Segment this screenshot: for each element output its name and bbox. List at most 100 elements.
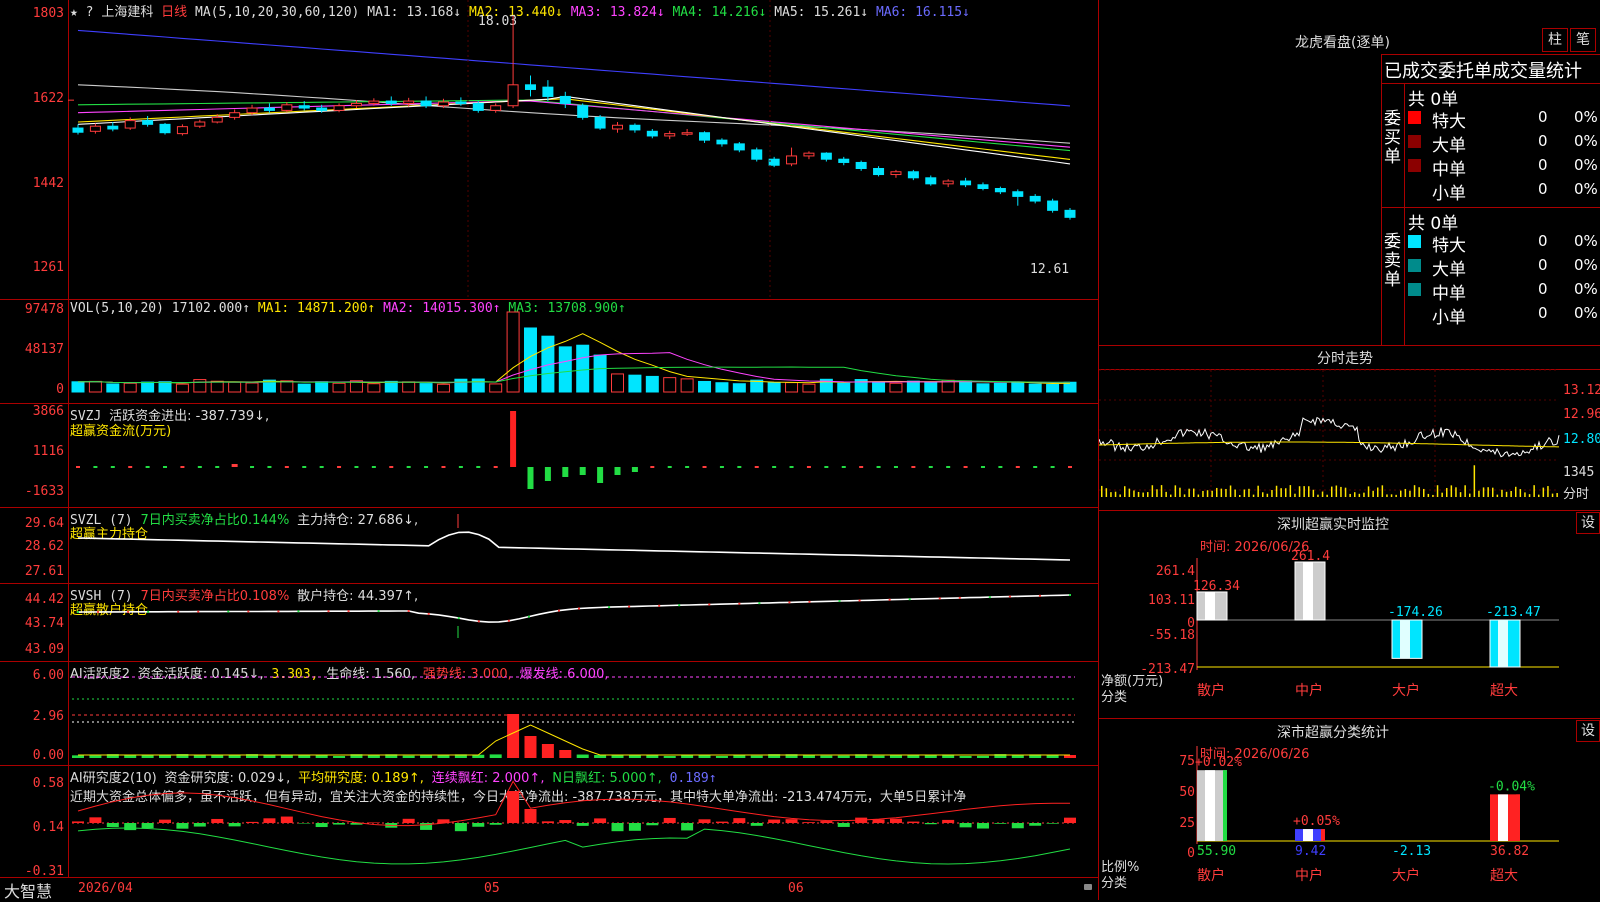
candle bbox=[317, 108, 327, 110]
candle bbox=[230, 113, 240, 118]
ai-research-panel[interactable]: 0.58 0.14 -0.31 AI研究度2(10) 资金研究度: 0.029↓… bbox=[0, 766, 1098, 878]
sm-stats-section[interactable]: 深市超赢分类统计 设 时间: 2026/06/26 75 50 25 0 比例%… bbox=[1099, 718, 1600, 900]
svsh-dot bbox=[1069, 594, 1071, 596]
activity-bar bbox=[716, 756, 728, 758]
bar-mode-button[interactable]: 柱 bbox=[1542, 28, 1568, 52]
candle bbox=[961, 181, 971, 185]
research-bar bbox=[507, 791, 519, 823]
sz-value-label: -174.26 bbox=[1388, 605, 1443, 620]
sz-bar-chart[interactable]: 126.34散户261.4中户-174.26大户-213.47超大 bbox=[1099, 510, 1600, 718]
order-stat-row: 中单00% bbox=[1408, 155, 1598, 177]
svsh-dot bbox=[808, 601, 810, 603]
svsh-panel[interactable]: 44.42 43.74 43.09 SVSH (7) 7日内买卖净占比0.108… bbox=[0, 584, 1098, 662]
tick-mode-button[interactable]: 笔 bbox=[1570, 28, 1596, 52]
flow-bar bbox=[562, 467, 568, 477]
intraday-vol-bar bbox=[1464, 485, 1466, 497]
research-bar bbox=[820, 821, 832, 823]
lhb-section: 龙虎看盘(逐单) 柱 笔 已成交委托单成交量统计 委买单 委卖单 共 0单 共 … bbox=[1099, 0, 1600, 346]
intraday-vol-bar bbox=[1409, 491, 1411, 497]
intraday-price-line bbox=[1099, 418, 1559, 457]
intraday-vol-bar bbox=[1276, 486, 1278, 497]
sm-value-label: 36.82 bbox=[1490, 844, 1529, 859]
volume-bar bbox=[873, 382, 885, 392]
research-bar bbox=[681, 823, 693, 830]
sz-category-label: 超大 bbox=[1490, 683, 1518, 699]
brand-logo: 大智慧 bbox=[4, 878, 52, 902]
activity-bar bbox=[211, 755, 223, 758]
svsh-dot bbox=[839, 600, 841, 602]
flow-bar bbox=[964, 466, 968, 468]
intraday-vol-bar bbox=[1363, 493, 1365, 497]
research-bar bbox=[838, 823, 850, 827]
activity-bar bbox=[873, 756, 885, 758]
sm-bar-edge bbox=[1516, 794, 1520, 841]
svsh-dot bbox=[1009, 596, 1011, 598]
sm-change-label: -0.04% bbox=[1488, 779, 1535, 794]
lock-icon[interactable] bbox=[1084, 884, 1092, 890]
research-bar bbox=[281, 817, 293, 823]
intraday-vol-bar bbox=[1216, 488, 1218, 497]
main-chart-area[interactable]: 1803 1622 1442 1261 ★ ? 上海建科 日线 MA(5,10,… bbox=[0, 0, 1098, 900]
candle bbox=[560, 96, 570, 103]
intraday-vol-bar bbox=[1101, 486, 1103, 497]
research-bar bbox=[873, 820, 885, 823]
intraday-vol-bar bbox=[1460, 492, 1462, 497]
activity-bar bbox=[437, 755, 449, 758]
intraday-section[interactable]: 分时走势 13.12 12.96 12.80 1345 分时 bbox=[1099, 345, 1600, 511]
research-red-line bbox=[78, 781, 1070, 825]
flow-bar bbox=[998, 466, 1002, 468]
flow-bar bbox=[424, 466, 428, 468]
flow-bar bbox=[981, 466, 985, 468]
activity-bar bbox=[733, 755, 745, 758]
ai-active-panel[interactable]: 6.00 2.96 0.00 AI活跃度2 资金活跃度: 0.145↓, 3.3… bbox=[0, 662, 1098, 766]
candle bbox=[386, 101, 396, 103]
ai-research-chart[interactable] bbox=[0, 766, 1098, 878]
sm-bar-chart[interactable]: +0.02%55.90散户+0.05%9.42中户-2.13大户-0.04%36… bbox=[1099, 718, 1600, 900]
order-pct: 0% bbox=[1574, 256, 1598, 274]
intraday-vol-bar bbox=[1244, 489, 1246, 497]
price-panel[interactable]: 1803 1622 1442 1261 ★ ? 上海建科 日线 MA(5,10,… bbox=[0, 0, 1098, 300]
svzj-panel[interactable]: 3866 1116 -1633 SVZJ 活跃资金进出: -387.739↓, … bbox=[0, 404, 1098, 508]
volume-bar bbox=[960, 381, 972, 392]
svzl-panel[interactable]: 29.64 28.62 27.61 SVZL (7) 7日内买卖净占比0.144… bbox=[0, 508, 1098, 584]
intraday-vol-bar bbox=[1271, 490, 1273, 497]
svsh-dot bbox=[959, 597, 961, 599]
activity-bar bbox=[124, 755, 136, 758]
order-type-label: 大单 bbox=[1432, 131, 1466, 156]
activity-bar bbox=[333, 756, 345, 758]
svzl-chart[interactable] bbox=[0, 508, 1098, 584]
activity-bar bbox=[681, 755, 693, 758]
sz-monitor-section[interactable]: 深圳超赢实时监控 设 时间: 2026/06/26 261.4 103.11 0… bbox=[1099, 510, 1600, 719]
intraday-vol-bar bbox=[1437, 485, 1439, 497]
candlestick-chart[interactable] bbox=[0, 0, 1098, 300]
intraday-vol-bar bbox=[1543, 488, 1545, 497]
volume-chart[interactable] bbox=[0, 300, 1098, 404]
volume-bar bbox=[142, 382, 154, 392]
research-bar bbox=[72, 821, 84, 823]
intraday-vol-bar bbox=[1386, 494, 1388, 497]
flow-bar bbox=[146, 466, 150, 468]
svzj-chart[interactable] bbox=[0, 404, 1098, 508]
volume-bar bbox=[907, 381, 919, 392]
flow-bar bbox=[650, 466, 654, 468]
vol-ma3-line bbox=[78, 367, 1070, 383]
order-type-label: 特大 bbox=[1432, 231, 1466, 256]
sz-bar-highlight bbox=[1498, 620, 1508, 667]
order-pct: 0% bbox=[1574, 180, 1598, 198]
intraday-vol-bar bbox=[1156, 489, 1158, 497]
volume-panel[interactable]: 97478 48137 0 VOL(5,10,20) 17102.000↑ MA… bbox=[0, 300, 1098, 404]
research-bar bbox=[559, 820, 571, 823]
research-bar bbox=[472, 823, 484, 827]
candle bbox=[995, 188, 1005, 191]
intraday-vol-bar bbox=[1285, 488, 1287, 497]
flow-bar bbox=[772, 466, 776, 468]
ai-active-chart[interactable]: ↓ bbox=[0, 662, 1098, 766]
intraday-chart[interactable] bbox=[1099, 345, 1600, 510]
order-type-label: 特大 bbox=[1432, 107, 1466, 132]
candle bbox=[752, 150, 762, 159]
svsh-dot bbox=[909, 598, 911, 600]
intraday-vol-bar bbox=[1257, 486, 1259, 497]
volume-bar bbox=[490, 384, 502, 392]
svsh-chart[interactable] bbox=[0, 584, 1098, 662]
order-type-label: 小单 bbox=[1432, 179, 1466, 204]
